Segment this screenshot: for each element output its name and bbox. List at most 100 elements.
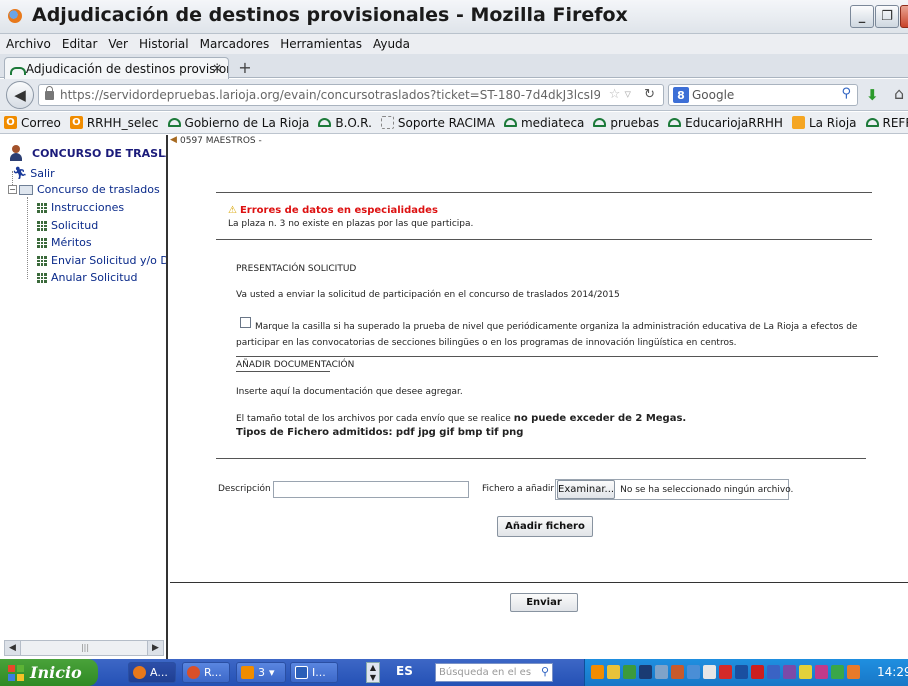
firefox-icon [8, 9, 22, 23]
tray-app-icon[interactable] [815, 665, 828, 679]
presentacion-text: Va usted a enviar la solicitud de partic… [236, 290, 620, 300]
add-file-button[interactable]: Añadir fichero [497, 516, 593, 537]
bookmark-soporte-racima[interactable]: Soporte RACIMA [380, 116, 495, 130]
new-tab-button[interactable]: + [234, 57, 256, 77]
word-icon [295, 666, 308, 679]
bookmark-la-rioja[interactable]: La Rioja [791, 116, 857, 130]
sidebar-item-salir[interactable]: 🏃︎ Salir [12, 166, 55, 180]
sidebar-folder-concurso[interactable]: − Concurso de traslados [8, 183, 160, 196]
tray-app-icon[interactable] [783, 665, 796, 679]
tab-adjudicacion[interactable]: Adjudicación de destinos provision... × [4, 57, 229, 79]
main-content-frame: ◀ 0597 MAESTROS - ⚠ Errores de datos en … [170, 135, 908, 659]
tray-shield-icon[interactable] [607, 665, 620, 679]
minimize-button[interactable]: _ [850, 5, 874, 28]
close-window-button[interactable]: ✕ [900, 5, 908, 28]
bookmark-pruebas[interactable]: pruebas [593, 116, 659, 130]
tray-outlook-icon[interactable] [591, 665, 604, 679]
collapse-icon[interactable]: − [8, 185, 17, 194]
back-button[interactable]: ◀ [6, 81, 34, 109]
bookmark-refresco-web[interactable]: REFRESCO WEB [865, 116, 908, 130]
descripcion-label: Descripción [218, 484, 271, 494]
sidebar-item-solicitud[interactable]: Solicitud [37, 219, 98, 232]
search-bar[interactable]: 8 Google ⚲ [668, 84, 858, 106]
close-tab-icon[interactable]: × [212, 61, 222, 75]
download-icon[interactable]: ⬇ [866, 86, 879, 104]
tray-speaker-icon[interactable] [655, 665, 668, 679]
scroll-right-icon[interactable]: ▶ [147, 641, 163, 655]
file-status: No se ha seleccionado ningún archivo. [620, 484, 794, 495]
outlook-icon: O [4, 116, 17, 129]
task-button-word[interactable]: I... [290, 662, 338, 683]
home-icon[interactable]: ⌂ [894, 84, 904, 103]
desktop-search-input[interactable]: Búsqueda en el escrit ⚲ [435, 663, 553, 682]
tray-app-icon[interactable] [767, 665, 780, 679]
language-switch-icon[interactable]: ▲ ▼ [366, 662, 380, 683]
menu-herramientas[interactable]: Herramientas [280, 37, 362, 51]
start-button[interactable]: Inicio [0, 659, 98, 686]
tray-app-icon[interactable] [671, 665, 684, 679]
tray-app-icon[interactable] [687, 665, 700, 679]
bookmark-correo[interactable]: O Correo [4, 116, 61, 130]
page-grid-icon [37, 255, 47, 266]
search-icon[interactable]: ⚲ [541, 665, 549, 678]
bookmark-educariojarrhh[interactable]: EducariojaRRHH [668, 116, 783, 130]
tray-network-icon[interactable] [639, 665, 652, 679]
divider [216, 192, 872, 193]
menu-editar[interactable]: Editar [62, 37, 98, 51]
divider [216, 239, 872, 240]
sidebar-item-anular-solicitud[interactable]: Anular Solicitud [37, 271, 137, 284]
examinar-button[interactable]: Examinar... [557, 480, 616, 499]
task-button-firefox[interactable]: A... [128, 662, 176, 683]
menu-ver[interactable]: Ver [108, 37, 128, 51]
tray-app-icon[interactable] [735, 665, 748, 679]
tray-app-icon[interactable] [799, 665, 812, 679]
bookmark-star-icon[interactable]: ☆ ▿ [609, 87, 631, 102]
language-indicator[interactable]: ES [396, 664, 413, 678]
task-button-browser[interactable]: R... [182, 662, 230, 683]
maximize-button[interactable]: ❐ [875, 5, 899, 28]
scroll-thumb[interactable]: ||| [65, 642, 105, 654]
left-nav-frame: CONCURSO DE TRASLAD 🏃︎ Salir − Concurso … [0, 135, 168, 659]
sidebar-item-label: Enviar Solicitud y/o Do [51, 254, 168, 267]
bookmark-label: EducariojaRRHH [685, 115, 783, 130]
sidebar-item-enviar-solicitud[interactable]: Enviar Solicitud y/o Do [37, 254, 168, 267]
menu-historial[interactable]: Historial [139, 37, 189, 51]
bookmark-rrhh-selec[interactable]: O RRHH_selec [69, 116, 159, 130]
url-bar[interactable]: https://servidordepruebas.larioja.org/ev… [38, 84, 664, 106]
fichero-label: Fichero a añadir [482, 484, 555, 494]
send-button[interactable]: Enviar [510, 593, 578, 612]
tray-app-icon[interactable] [719, 665, 732, 679]
tray-app-icon[interactable] [751, 665, 764, 679]
menu-archivo[interactable]: Archivo [6, 37, 51, 51]
bookmark-mediateca[interactable]: mediateca [503, 116, 584, 130]
tray-app-icon[interactable] [847, 665, 860, 679]
sidebar-item-instrucciones[interactable]: Instrucciones [37, 201, 124, 214]
descripcion-input[interactable] [273, 481, 469, 498]
tray-app-icon[interactable] [623, 665, 636, 679]
firefox-icon [133, 666, 146, 679]
error-title-text: Errores de datos en especialidades [239, 205, 438, 216]
taskbar: Inicio A... R... 3 ▾ I... ▲ ▼ ES Búsqueda… [0, 659, 908, 686]
horizontal-scrollbar[interactable]: ◀ ||| ▶ [4, 640, 164, 656]
site-icon [9, 64, 26, 75]
google-icon[interactable]: 8 [673, 87, 689, 103]
error-message: La plaza n. 3 no existe en plazas por la… [228, 219, 474, 229]
frame-resize-marker-icon[interactable]: ◀ [170, 135, 177, 145]
bookmark-gobierno[interactable]: Gobierno de La Rioja [167, 116, 309, 130]
menu-marcadores[interactable]: Marcadores [200, 37, 270, 51]
search-icon[interactable]: ⚲ [841, 86, 851, 101]
sidebar-item-meritos[interactable]: Méritos [37, 236, 92, 249]
desktop-search-placeholder: Búsqueda en el escrit [439, 667, 531, 678]
task-label: 3 [258, 666, 265, 679]
bookmark-bor[interactable]: B.O.R. [318, 116, 372, 130]
scroll-left-icon[interactable]: ◀ [5, 641, 21, 655]
lock-icon [45, 85, 54, 100]
file-input[interactable]: Examinar... No se ha seleccionado ningún… [555, 479, 793, 500]
reload-icon[interactable]: ↻ [644, 87, 655, 102]
tray-app-icon[interactable] [831, 665, 844, 679]
tray-app-icon[interactable] [703, 665, 716, 679]
task-button-outlook[interactable]: 3 ▾ [236, 662, 286, 683]
site-icon [318, 118, 332, 127]
sidebar-item-label: Méritos [51, 236, 92, 249]
menu-ayuda[interactable]: Ayuda [373, 37, 410, 51]
